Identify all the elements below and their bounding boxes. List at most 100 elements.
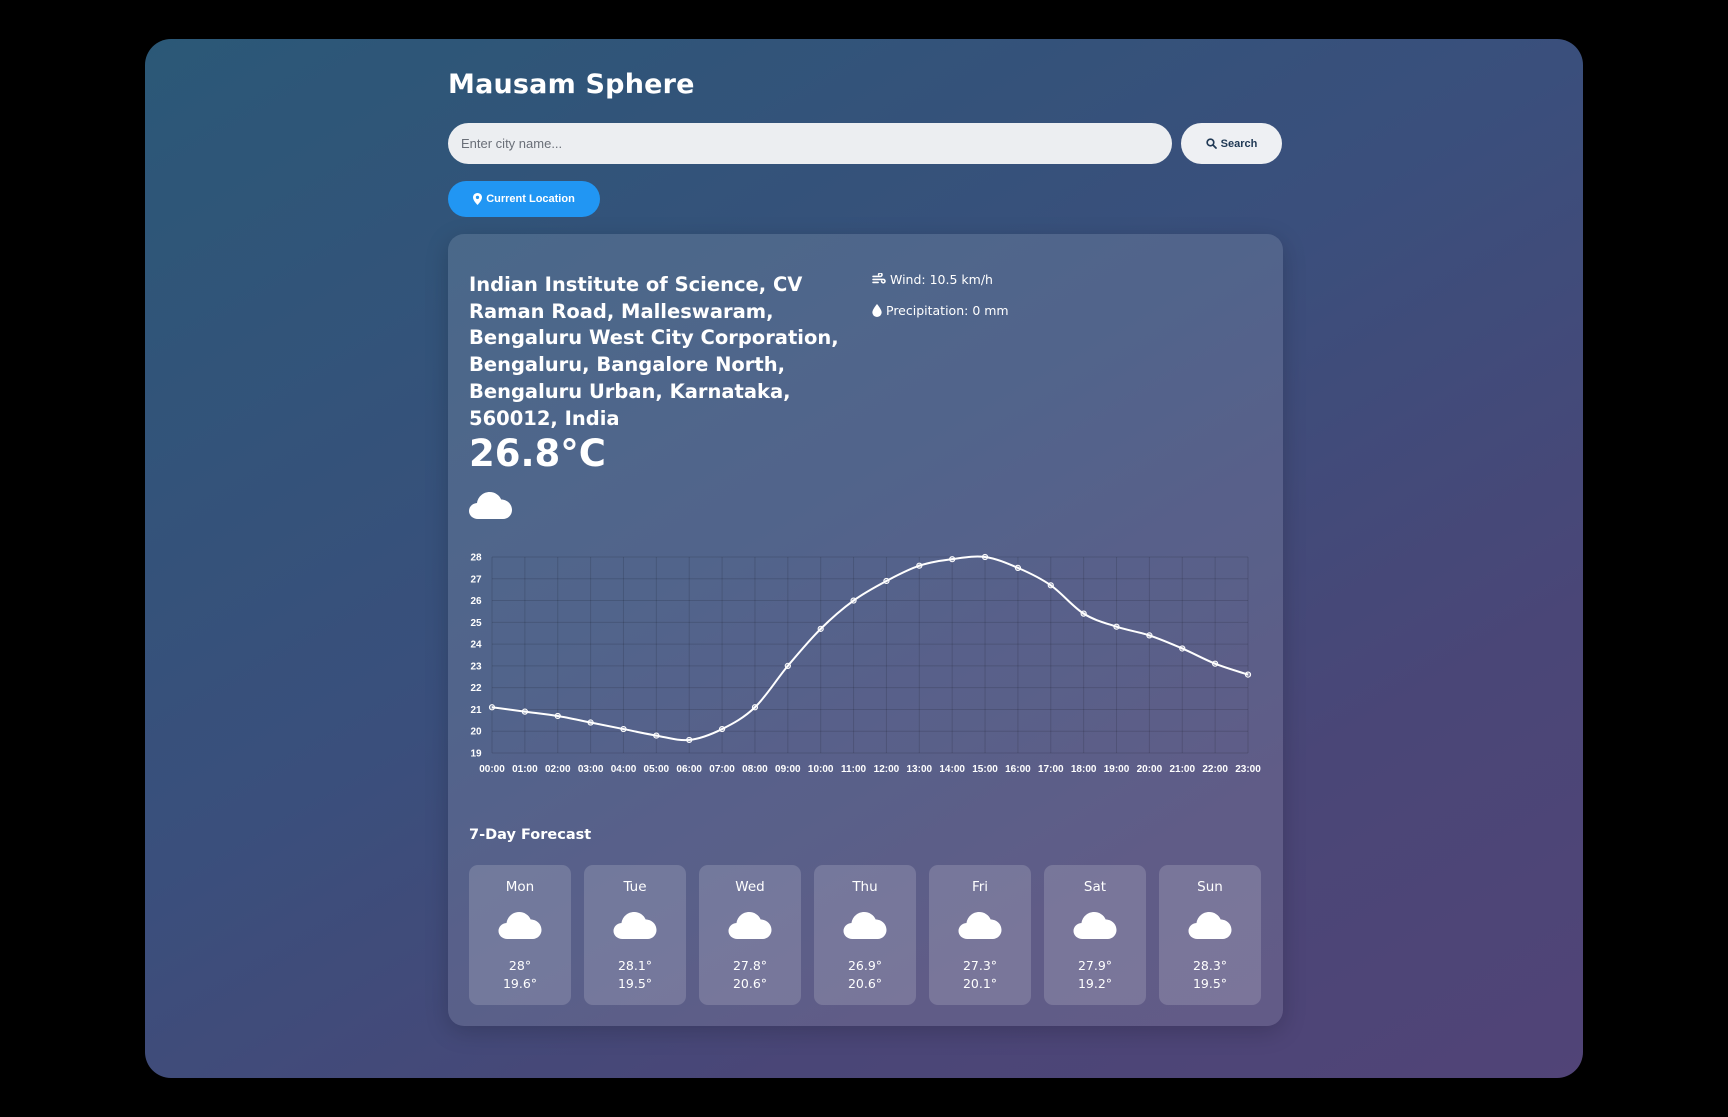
y-tick-label: 19	[470, 749, 482, 760]
x-tick-label: 14:00	[939, 764, 965, 774]
cloud-icon	[958, 912, 1002, 939]
forecast-high: 26.9°	[847, 958, 883, 973]
data-point	[686, 736, 693, 744]
x-tick-label: 16:00	[1005, 764, 1031, 774]
forecast-day-name: Mon	[505, 879, 535, 895]
y-tick-label: 27	[470, 574, 482, 585]
data-point	[718, 725, 726, 733]
data-point	[1047, 582, 1054, 589]
cloud-icon	[728, 912, 772, 939]
search-input[interactable]	[448, 123, 1172, 164]
forecast-day-name: Sun	[1197, 879, 1223, 895]
forecast-high: 27.8°	[732, 958, 768, 973]
data-point	[620, 725, 627, 733]
forecast-day: Tue 28.1° 19.5°	[584, 865, 686, 1005]
app-title: Mausam Sphere	[448, 69, 695, 100]
data-point	[1146, 632, 1153, 639]
current-location-button[interactable]: Current Location	[448, 181, 600, 217]
forecast-day: Wed 27.8° 20.6°	[699, 865, 801, 1005]
cloud-icon	[498, 912, 542, 939]
forecast-high: 27.9°	[1077, 958, 1113, 973]
forecast-high: 28°	[508, 958, 532, 973]
forecast-day-name: Fri	[971, 879, 989, 895]
data-point	[981, 553, 989, 561]
map-pin-icon	[473, 193, 483, 205]
forecast-day-name: Thu	[852, 879, 878, 895]
data-point	[916, 562, 923, 569]
x-tick-label: 03:00	[578, 764, 604, 774]
forecast-day: Sun 28.3° 19.5°	[1159, 865, 1261, 1005]
y-tick-label: 20	[470, 727, 482, 738]
forecast-day: Mon 28° 19.6°	[469, 865, 571, 1005]
x-tick-label: 15:00	[972, 764, 998, 774]
forecast-low: 20.6°	[732, 976, 768, 991]
data-point	[521, 708, 528, 715]
search-button-label: Search	[1220, 137, 1258, 150]
x-tick-label: 08:00	[742, 764, 768, 774]
x-tick-label: 01:00	[512, 764, 538, 774]
x-tick-label: 17:00	[1038, 764, 1064, 774]
y-tick-label: 24	[470, 640, 482, 651]
data-point	[817, 625, 824, 632]
data-point	[653, 732, 660, 739]
cloud-icon	[1073, 912, 1117, 939]
forecast-low: 20.1°	[962, 976, 998, 991]
forecast-high: 28.3°	[1192, 958, 1228, 973]
forecast-title: 7-Day Forecast	[469, 827, 592, 843]
x-tick-label: 07:00	[709, 764, 735, 774]
data-point	[1244, 671, 1252, 678]
y-tick-label: 22	[470, 683, 482, 694]
x-tick-label: 09:00	[775, 764, 801, 774]
x-tick-label: 19:00	[1104, 764, 1130, 774]
y-tick-label: 21	[470, 705, 482, 716]
x-tick-label: 00:00	[479, 764, 505, 774]
x-tick-label: 13:00	[907, 764, 933, 774]
x-tick-label: 12:00	[874, 764, 900, 774]
current-location-label: Current Location	[486, 193, 575, 205]
hourly-temperature-chart: 19 20 21 22 23 24 25 26 27 28 00:00 01:00 02:00 03:00…	[470, 553, 1261, 775]
x-tick-label: 22:00	[1202, 764, 1228, 774]
data-point	[949, 556, 956, 563]
data-point	[850, 597, 857, 604]
forecast-list: Mon 28° 19.6° Tue 28.1° 19.5° Wed 27.8° …	[469, 865, 1261, 1005]
forecast-day: Fri 27.3° 20.1°	[929, 865, 1031, 1005]
data-point	[784, 662, 791, 669]
y-tick-label: 23	[470, 661, 482, 672]
temperature-line	[491, 555, 1249, 742]
x-tick-label: 21:00	[1169, 764, 1195, 774]
forecast-low: 19.2°	[1077, 976, 1113, 991]
data-point	[587, 719, 594, 726]
y-tick-label: 25	[470, 618, 482, 629]
forecast-day: Thu 26.9° 20.6°	[814, 865, 916, 1005]
search-button[interactable]: Search	[1181, 123, 1282, 164]
data-point	[1212, 660, 1219, 667]
forecast-low: 19.5°	[617, 976, 653, 991]
search-icon	[1205, 138, 1217, 149]
forecast-high: 28.1°	[617, 958, 653, 973]
forecast-day-name: Tue	[623, 879, 647, 895]
forecast-low: 20.6°	[847, 976, 883, 991]
forecast-low: 19.5°	[1192, 976, 1228, 991]
data-point	[1113, 623, 1120, 630]
cloud-icon	[843, 912, 887, 939]
forecast-day-name: Wed	[735, 879, 765, 895]
data-point	[883, 577, 890, 585]
x-tick-label: 04:00	[611, 764, 637, 774]
x-tick-label: 20:00	[1137, 764, 1163, 774]
data-point	[1080, 610, 1087, 617]
weather-card: Indian Institute of Science, CV Raman Ro…	[448, 234, 1283, 1026]
cloud-icon	[613, 912, 657, 939]
x-tick-label: 06:00	[676, 764, 702, 774]
forecast-low: 19.6°	[502, 976, 538, 991]
y-tick-label: 28	[470, 553, 482, 564]
forecast-high: 27.3°	[962, 958, 998, 973]
forecast-day-name: Sat	[1083, 879, 1107, 895]
forecast-day: Sat 27.9° 19.2°	[1044, 865, 1146, 1005]
x-tick-label: 18:00	[1071, 764, 1097, 774]
x-tick-label: 10:00	[808, 764, 834, 774]
x-tick-label: 02:00	[545, 764, 571, 774]
data-point	[1179, 645, 1186, 652]
cloud-icon	[1188, 912, 1232, 939]
y-tick-label: 26	[470, 596, 482, 607]
data-point	[1014, 564, 1022, 571]
